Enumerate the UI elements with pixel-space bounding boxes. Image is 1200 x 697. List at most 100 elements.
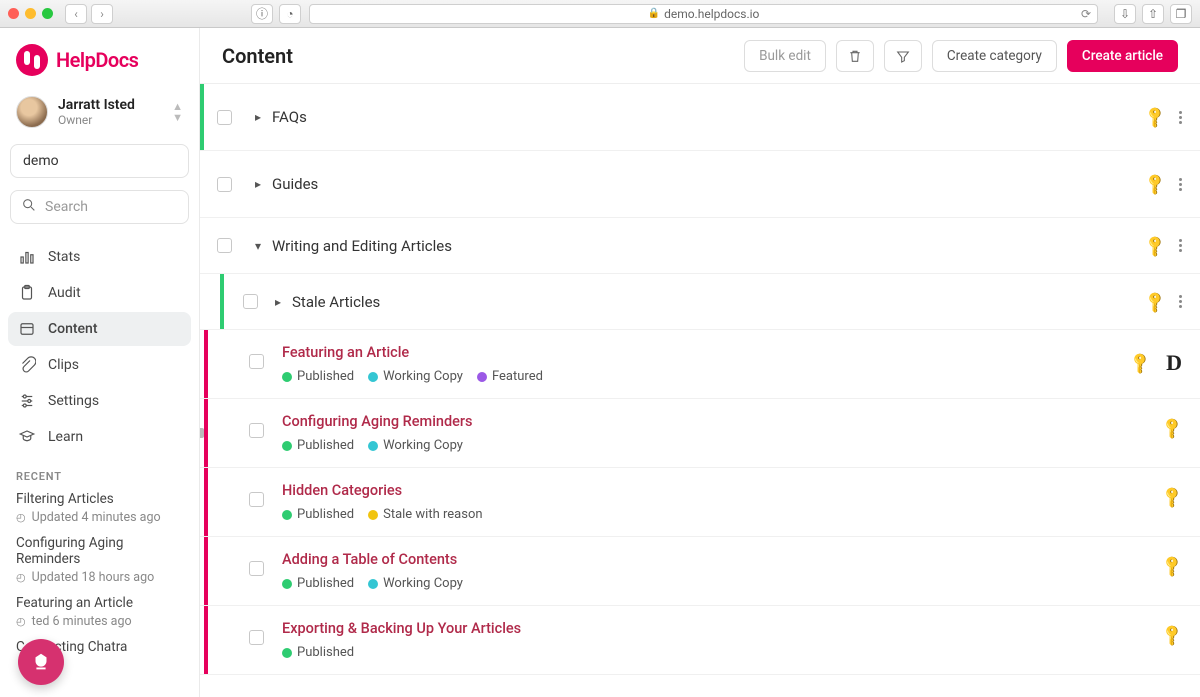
filter-icon: [895, 48, 911, 64]
category-row[interactable]: ▾ Writing and Editing Articles 🔑: [200, 218, 1200, 274]
recent-item-title: Filtering Articles: [16, 491, 183, 507]
reader-icon[interactable]: ◔: [279, 4, 301, 24]
badge-label: Published: [297, 438, 354, 453]
nav-item-learn[interactable]: Learn: [8, 420, 191, 454]
row-checkbox[interactable]: [217, 177, 232, 192]
drag-handle-icon[interactable]: [200, 428, 204, 438]
category-title: Writing and Editing Articles: [272, 237, 1146, 255]
brand-logo[interactable]: HelpDocs: [0, 28, 199, 86]
nav-label: Clips: [48, 357, 79, 373]
search-placeholder: Search: [45, 199, 88, 215]
row-checkbox[interactable]: [249, 354, 264, 369]
help-fab[interactable]: [18, 639, 64, 685]
key-icon[interactable]: 🔑: [1143, 289, 1169, 315]
avatar: [16, 96, 48, 128]
row-checkbox[interactable]: [243, 294, 258, 309]
chevron-down-icon[interactable]: ▾: [244, 239, 272, 253]
recent-item[interactable]: Filtering Articles ◴Updated 4 minutes ag…: [16, 491, 183, 525]
address-bar[interactable]: 🔒 demo.helpdocs.io ⟳: [309, 4, 1098, 24]
delete-button[interactable]: [836, 40, 874, 72]
browser-chrome: ‹ › ⓘ ◔ 🔒 demo.helpdocs.io ⟳ ⇩ ⇧ ❐: [0, 0, 1200, 28]
article-row[interactable]: Hidden Categories Published Stale with r…: [200, 468, 1200, 537]
user-switcher[interactable]: Jarratt Isted Owner ▲▼: [0, 86, 199, 138]
article-title: Featuring an Article: [282, 344, 1121, 361]
more-menu-icon[interactable]: [1179, 111, 1182, 124]
article-row[interactable]: Adding a Table of Contents Published Wor…: [200, 537, 1200, 606]
nav-item-content[interactable]: Content: [8, 312, 191, 346]
chevron-right-icon[interactable]: ▸: [244, 110, 272, 124]
status-dot-icon: [368, 441, 378, 451]
info-icon[interactable]: ⓘ: [251, 4, 273, 24]
badge-label: Working Copy: [383, 438, 463, 453]
share-icon[interactable]: ⇧: [1142, 4, 1164, 24]
nav-label: Audit: [48, 285, 81, 301]
disqus-icon[interactable]: D: [1166, 350, 1182, 376]
key-icon[interactable]: 🔑: [1143, 233, 1169, 259]
search-input[interactable]: Search: [10, 190, 189, 224]
article-row[interactable]: Configuring Aging Reminders Published Wo…: [200, 399, 1200, 468]
reload-icon[interactable]: ⟳: [1081, 7, 1091, 21]
user-role: Owner: [58, 113, 135, 127]
create-category-button[interactable]: Create category: [932, 40, 1057, 72]
back-button[interactable]: ‹: [65, 4, 87, 24]
key-icon[interactable]: 🔑: [1160, 415, 1186, 441]
category-title: FAQs: [272, 108, 1146, 126]
nav-item-stats[interactable]: Stats: [8, 240, 191, 274]
nav-label: Stats: [48, 249, 80, 265]
key-icon[interactable]: 🔑: [1160, 622, 1186, 648]
key-icon[interactable]: 🔑: [1160, 553, 1186, 579]
more-menu-icon[interactable]: [1179, 178, 1182, 191]
key-icon[interactable]: 🔑: [1143, 171, 1169, 197]
category-row[interactable]: ▸ Guides 🔑: [200, 151, 1200, 218]
bulk-edit-button[interactable]: Bulk edit: [744, 40, 826, 72]
forward-button[interactable]: ›: [91, 4, 113, 24]
create-article-button[interactable]: Create article: [1067, 40, 1178, 72]
status-dot-icon: [368, 372, 378, 382]
minimize-window-icon[interactable]: [25, 8, 36, 19]
row-checkbox[interactable]: [249, 423, 264, 438]
category-row[interactable]: ▸ FAQs 🔑: [200, 84, 1200, 151]
workspace-select[interactable]: demo: [10, 144, 189, 178]
filter-button[interactable]: [884, 40, 922, 72]
logo-mark-icon: [16, 44, 48, 76]
nav-item-audit[interactable]: Audit: [8, 276, 191, 310]
subcategory-row[interactable]: ▸ Stale Articles 🔑: [200, 274, 1200, 330]
key-icon[interactable]: 🔑: [1128, 350, 1154, 376]
badge-label: Stale with reason: [383, 507, 482, 522]
close-window-icon[interactable]: [8, 8, 19, 19]
download-icon[interactable]: ⇩: [1114, 4, 1136, 24]
nav-item-clips[interactable]: Clips: [8, 348, 191, 382]
nav-item-settings[interactable]: Settings: [8, 384, 191, 418]
row-checkbox[interactable]: [249, 492, 264, 507]
chevron-right-icon[interactable]: ▸: [244, 177, 272, 191]
clock-icon: ◴: [16, 615, 26, 628]
recent-item-title: Featuring an Article: [16, 595, 183, 611]
status-dot-icon: [282, 579, 292, 589]
row-checkbox[interactable]: [249, 630, 264, 645]
article-row[interactable]: Exporting & Backing Up Your Articles Pub…: [200, 606, 1200, 675]
key-icon[interactable]: 🔑: [1160, 484, 1186, 510]
article-title: Exporting & Backing Up Your Articles: [282, 620, 1153, 637]
maximize-window-icon[interactable]: [42, 8, 53, 19]
brand-name: HelpDocs: [56, 48, 138, 72]
key-icon[interactable]: 🔑: [1143, 104, 1169, 130]
more-menu-icon[interactable]: [1179, 295, 1182, 308]
stats-icon: [18, 248, 36, 266]
recent-section: RECENT Filtering Articles ◴Updated 4 min…: [0, 460, 199, 665]
article-row[interactable]: Featuring an Article Published Working C…: [200, 330, 1200, 399]
nav-label: Settings: [48, 393, 99, 409]
badge-label: Published: [297, 576, 354, 591]
nav-label: Learn: [48, 429, 83, 445]
tabs-icon[interactable]: ❐: [1170, 4, 1192, 24]
row-checkbox[interactable]: [217, 238, 232, 253]
recent-item[interactable]: Featuring an Article ◴ted 6 minutes ago: [16, 595, 183, 629]
row-checkbox[interactable]: [217, 110, 232, 125]
more-menu-icon[interactable]: [1179, 239, 1182, 252]
audit-icon: [18, 284, 36, 302]
badge-label: Working Copy: [383, 576, 463, 591]
row-checkbox[interactable]: [249, 561, 264, 576]
recent-item-meta: Updated 4 minutes ago: [32, 510, 161, 525]
chevron-right-icon[interactable]: ▸: [264, 295, 292, 309]
status-dot-icon: [477, 372, 487, 382]
recent-item[interactable]: Configuring Aging Reminders ◴Updated 18 …: [16, 535, 183, 585]
